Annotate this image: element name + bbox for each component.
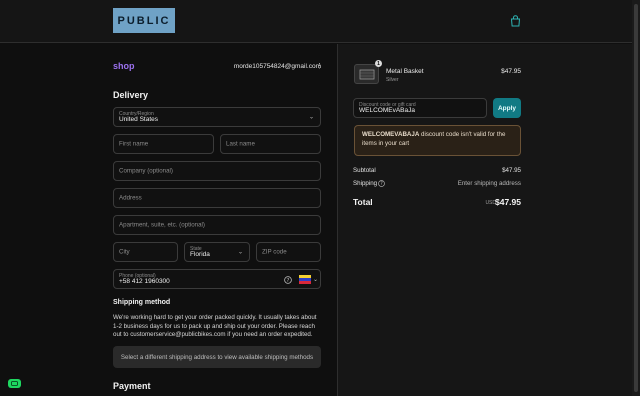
chevron-down-icon[interactable]: ⌄ xyxy=(313,276,318,283)
phone-field[interactable]: Phone (optional) +58 412 1960300 ? ⌄ xyxy=(113,269,321,289)
company-placeholder: Company (optional) xyxy=(119,167,173,175)
site-header: PUBLIC xyxy=(0,0,632,43)
basket-image xyxy=(359,69,375,80)
shopping-bag-icon[interactable] xyxy=(510,15,521,27)
chat-bubble-icon xyxy=(11,381,18,386)
shop-pay-label: shop xyxy=(113,61,135,71)
shipping-description: We're working hard to get your order pac… xyxy=(113,314,317,339)
country-value: United States xyxy=(119,116,159,123)
order-summary-panel xyxy=(337,44,632,396)
zip-placeholder: ZIP code xyxy=(262,248,287,256)
delivery-heading: Delivery xyxy=(113,90,149,100)
city-placeholder: City xyxy=(119,248,130,256)
state-value: Florida xyxy=(190,251,210,258)
discount-value: WELCOMEvABaJa xyxy=(359,107,415,114)
discount-code-field[interactable]: Discount code or gift card WELCOMEvABaJa xyxy=(353,98,487,118)
city-field[interactable]: City xyxy=(113,242,178,262)
item-variant: Silver xyxy=(386,77,399,83)
item-price: $47.95 xyxy=(501,68,521,75)
address-field[interactable]: Address xyxy=(113,188,321,208)
country-select[interactable]: Country/Region United States ⌄ xyxy=(113,107,321,127)
svg-text:?: ? xyxy=(287,278,290,284)
phone-value: +58 412 1960300 xyxy=(119,278,170,285)
svg-text:?: ? xyxy=(380,181,383,187)
discount-error-message: WELCOMEVABAJA discount code isn't valid … xyxy=(354,125,521,156)
total-label: Total xyxy=(353,197,373,207)
account-email: morde105754824@gmail.com xyxy=(233,63,321,70)
subtotal-value: $47.95 xyxy=(502,167,521,174)
apartment-field[interactable]: Apartment, suite, etc. (optional) xyxy=(113,215,321,235)
shipping-label: Shipping xyxy=(353,180,378,187)
first-name-field[interactable]: First name xyxy=(113,134,214,154)
last-name-field[interactable]: Last name xyxy=(220,134,321,154)
state-select[interactable]: State Florida ⌄ xyxy=(184,242,250,262)
scrollbar-thumb[interactable] xyxy=(634,4,638,392)
item-name: Metal Basket xyxy=(386,68,424,75)
payment-heading: Payment xyxy=(113,381,151,391)
address-placeholder: Address xyxy=(119,194,142,202)
shipping-notice: Select a different shipping address to v… xyxy=(113,346,321,368)
shipping-value: Enter shipping address xyxy=(457,180,521,187)
quantity-badge: 1 xyxy=(375,60,382,67)
company-field[interactable]: Company (optional) xyxy=(113,161,321,181)
last-name-placeholder: Last name xyxy=(226,140,255,148)
account-menu-icon[interactable]: ⋮ xyxy=(316,62,323,70)
chevron-down-icon: ⌄ xyxy=(308,114,314,121)
total-value: $47.95 xyxy=(495,197,521,207)
shipping-method-heading: Shipping method xyxy=(113,299,171,306)
chevron-down-icon: ⌄ xyxy=(237,249,243,256)
public-logo[interactable]: PUBLIC xyxy=(113,8,175,33)
invalid-code-text: WELCOMEVABAJA xyxy=(362,131,420,138)
subtotal-label: Subtotal xyxy=(353,167,376,174)
venezuela-flag-icon[interactable] xyxy=(299,275,311,284)
help-circle-icon[interactable]: ? xyxy=(284,276,292,284)
page-scrollbar[interactable] xyxy=(632,0,640,396)
zip-field[interactable]: ZIP code xyxy=(256,242,321,262)
apartment-placeholder: Apartment, suite, etc. (optional) xyxy=(119,221,205,229)
chat-widget-button[interactable] xyxy=(8,379,21,388)
product-thumbnail xyxy=(354,64,379,84)
help-circle-icon[interactable]: ? xyxy=(378,180,385,187)
first-name-placeholder: First name xyxy=(119,140,149,148)
apply-discount-button[interactable]: Apply xyxy=(493,98,521,118)
